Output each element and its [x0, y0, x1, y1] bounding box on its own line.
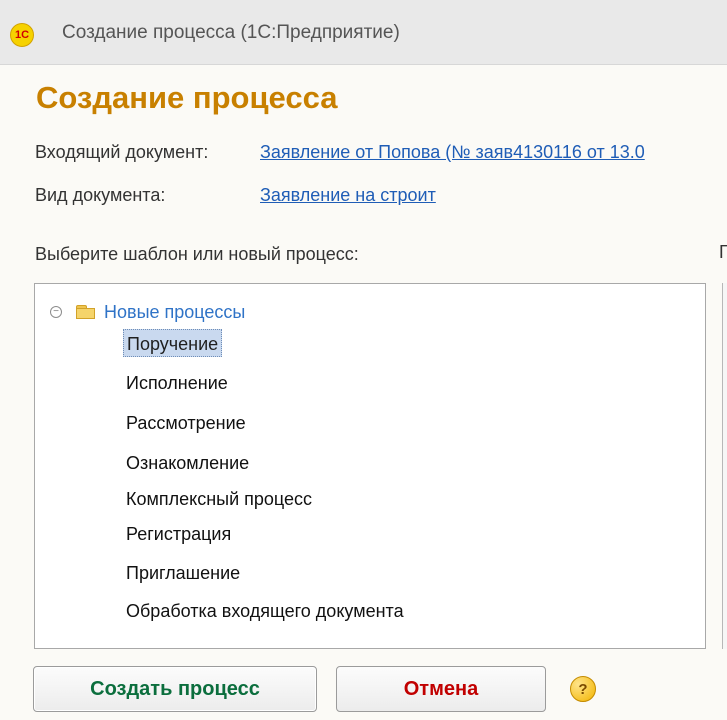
app-icon: 1С	[10, 23, 34, 47]
document-type-link[interactable]: Заявление на строит	[260, 185, 436, 206]
help-icon[interactable]: ?	[570, 676, 596, 702]
tree-root-label[interactable]: Новые процессы	[104, 302, 245, 323]
document-type-label: Вид документа:	[35, 185, 166, 205]
side-panel-caption: Г	[719, 242, 727, 262]
tree-root[interactable]: − Новые процессы	[50, 300, 245, 324]
create-process-button[interactable]: Создать процесс	[33, 666, 317, 712]
folder-icon	[76, 305, 96, 319]
process-template-7[interactable]: Приглашение	[123, 559, 243, 587]
collapse-icon[interactable]: −	[50, 306, 62, 318]
process-template-2[interactable]: Исполнение	[123, 369, 231, 397]
process-template-6[interactable]: Регистрация	[123, 520, 234, 548]
page-title: Создание процесса	[36, 80, 338, 115]
process-template-8[interactable]: Обработка входящего документа	[123, 597, 407, 625]
process-template-5[interactable]: Комплексный процесс	[123, 485, 315, 513]
side-panel	[722, 283, 727, 649]
incoming-document-link[interactable]: Заявление от Попова (№ заяв4130116 от 13…	[260, 142, 645, 163]
incoming-document-label: Входящий документ:	[35, 142, 209, 162]
process-template-3[interactable]: Рассмотрение	[123, 409, 249, 437]
process-template-1[interactable]: Поручение	[123, 329, 223, 357]
template-prompt: Выберите шаблон или новый процесс:	[35, 244, 359, 264]
cancel-button[interactable]: Отмена	[336, 666, 546, 712]
process-template-4[interactable]: Ознакомление	[123, 449, 252, 477]
window-titlebar: 1С Создание процесса (1С:Предприятие)	[0, 0, 727, 65]
process-tree[interactable]: − Новые процессы Поручение Исполнение Расс…	[34, 283, 706, 649]
window-title: Создание процесса (1С:Предприятие)	[62, 22, 400, 43]
